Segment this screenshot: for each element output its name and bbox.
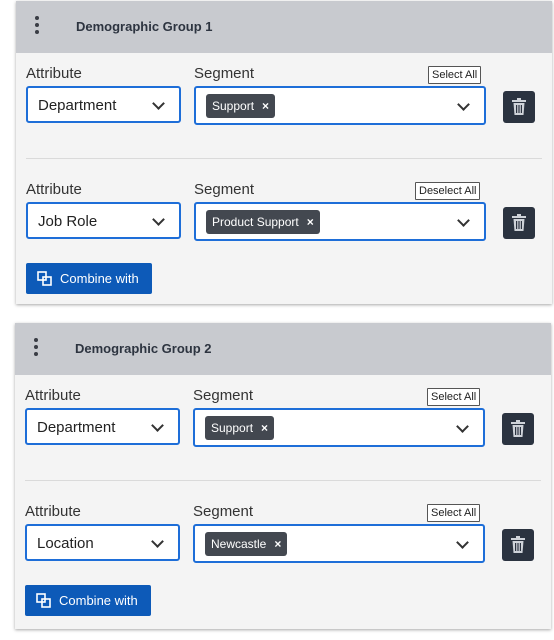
close-icon[interactable]: × [262, 99, 269, 113]
row-divider [26, 158, 542, 159]
segment-multiselect[interactable]: Newcastle × [193, 524, 485, 563]
chevron-down-icon [151, 535, 164, 548]
combine-with-button[interactable]: Combine with [25, 585, 151, 616]
deselect-all-button[interactable]: Deselect All [415, 182, 481, 200]
attribute-value: Department [37, 419, 116, 436]
demographic-group-card: Demographic Group 1 Attribute Segment Se… [16, 1, 552, 304]
attribute-label: Attribute [25, 387, 81, 404]
chevron-down-icon [152, 213, 165, 226]
chevron-down-icon [151, 419, 164, 432]
delete-row-button[interactable] [502, 413, 534, 445]
segment-chip: Product Support × [206, 210, 320, 234]
chip-label: Product Support [212, 215, 299, 229]
attribute-value: Department [38, 97, 117, 114]
attribute-label: Attribute [26, 181, 82, 198]
segment-multiselect[interactable]: Support × [193, 408, 485, 447]
combine-with-button[interactable]: Combine with [26, 263, 152, 294]
segment-chip: Newcastle × [205, 532, 288, 556]
kebab-menu-icon[interactable] [32, 338, 40, 360]
delete-row-button[interactable] [502, 529, 534, 561]
filter-row: Attribute Segment Select All Location Ne… [15, 503, 551, 593]
attribute-select[interactable]: Department [25, 408, 180, 445]
chevron-down-icon[interactable] [456, 420, 469, 433]
kebab-menu-icon[interactable] [33, 16, 41, 38]
attribute-value: Job Role [38, 213, 98, 230]
segment-multiselect[interactable]: Support × [194, 86, 486, 125]
attribute-label: Attribute [25, 503, 81, 520]
chip-label: Support [211, 421, 254, 435]
filter-row: Attribute Segment Select All Department … [16, 65, 552, 155]
attribute-select[interactable]: Location [25, 524, 180, 561]
trash-icon [512, 98, 526, 115]
group-title: Demographic Group 1 [76, 19, 213, 34]
card-header: Demographic Group 2 [15, 323, 551, 375]
attribute-label: Attribute [26, 65, 82, 82]
chip-label: Newcastle [211, 537, 267, 551]
delete-row-button[interactable] [503, 91, 535, 123]
close-icon[interactable]: × [307, 215, 314, 229]
chevron-down-icon [152, 97, 165, 110]
segment-label: Segment [193, 387, 254, 404]
combine-label: Combine with [60, 271, 139, 286]
combine-icon [37, 271, 52, 286]
chevron-down-icon[interactable] [457, 214, 470, 227]
segment-label: Segment [194, 65, 255, 82]
combine-label: Combine with [59, 593, 138, 608]
segment-chip: Support × [205, 416, 275, 440]
select-all-button[interactable]: Select All [427, 388, 481, 406]
filter-row: Attribute Segment Deselect All Job Role … [16, 181, 552, 271]
segment-label: Segment [194, 181, 255, 198]
row-divider [25, 480, 541, 481]
segment-multiselect[interactable]: Product Support × [194, 202, 486, 241]
trash-icon [511, 420, 525, 437]
chevron-down-icon[interactable] [456, 536, 469, 549]
attribute-select[interactable]: Job Role [26, 202, 181, 239]
demographic-group-card: Demographic Group 2 Attribute Segment Se… [15, 323, 551, 629]
trash-icon [512, 214, 526, 231]
combine-icon [36, 593, 51, 608]
select-all-button[interactable]: Select All [427, 504, 481, 522]
group-title: Demographic Group 2 [75, 341, 212, 356]
segment-label: Segment [193, 503, 254, 520]
card-header: Demographic Group 1 [16, 1, 552, 53]
attribute-select[interactable]: Department [26, 86, 181, 123]
chevron-down-icon[interactable] [457, 98, 470, 111]
attribute-value: Location [37, 535, 94, 552]
close-icon[interactable]: × [261, 421, 268, 435]
chip-label: Support [212, 99, 255, 113]
filter-row: Attribute Segment Select All Department … [15, 387, 551, 477]
segment-chip: Support × [206, 94, 276, 118]
trash-icon [511, 536, 525, 553]
delete-row-button[interactable] [503, 207, 535, 239]
close-icon[interactable]: × [274, 537, 281, 551]
select-all-button[interactable]: Select All [428, 66, 482, 84]
